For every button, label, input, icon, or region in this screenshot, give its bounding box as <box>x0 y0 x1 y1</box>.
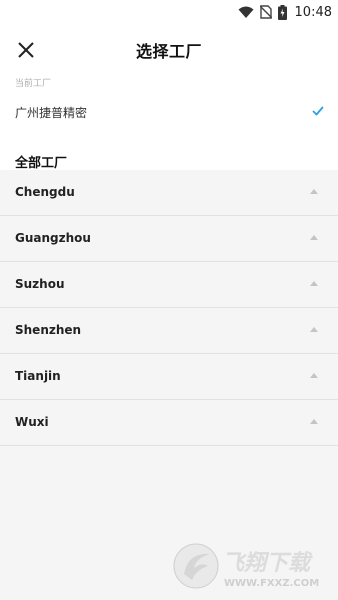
arrow-up-icon <box>310 189 318 194</box>
page-title: 选择工厂 <box>135 42 202 61</box>
no-sim-icon <box>259 5 272 19</box>
status-icons: 10:48 <box>238 3 332 21</box>
city-row-suzhou[interactable]: Suzhou <box>0 262 338 308</box>
arrow-up-icon <box>310 373 318 378</box>
all-factories-label: 全部工厂 <box>15 156 68 171</box>
all-factories-header: 全部工厂 <box>0 140 338 171</box>
current-factory-label: 当前工厂 <box>15 79 52 89</box>
arrow-up-icon <box>310 327 318 332</box>
city-name: Wuxi <box>15 415 49 429</box>
city-name: Chengdu <box>15 185 75 199</box>
city-name: Tianjin <box>15 369 61 383</box>
current-factory-row[interactable]: 广州捷普精密 <box>0 98 338 128</box>
city-row-shenzhen[interactable]: Shenzhen <box>0 308 338 354</box>
city-name: Guangzhou <box>15 231 91 245</box>
battery-charging-icon <box>277 4 287 20</box>
city-name: Suzhou <box>15 277 65 291</box>
watermark-url: WWW.FXXZ.COM <box>224 578 319 589</box>
current-factory-section: 当前工厂 广州捷普精密 <box>0 76 338 140</box>
city-list: Chengdu Guangzhou Suzhou Shenzhen Tianji… <box>0 170 338 446</box>
city-name: Shenzhen <box>15 323 82 337</box>
arrow-up-icon <box>310 419 318 424</box>
city-row-chengdu[interactable]: Chengdu <box>0 170 338 216</box>
watermark-logo: 飞翔下载 WWW.FXXZ.COM <box>173 543 319 589</box>
check-icon <box>312 106 324 116</box>
wifi-icon <box>238 6 254 18</box>
status-time: 10:48 <box>294 4 332 20</box>
arrow-up-icon <box>310 281 318 286</box>
arrow-up-icon <box>310 235 318 240</box>
city-row-tianjin[interactable]: Tianjin <box>0 354 338 400</box>
header: 选择工厂 <box>0 24 338 76</box>
current-factory-name: 广州捷普精密 <box>15 106 88 120</box>
watermark-brand: 飞翔下载 <box>222 551 313 576</box>
status-bar: 10:48 <box>0 0 338 24</box>
city-row-guangzhou[interactable]: Guangzhou <box>0 216 338 262</box>
city-row-wuxi[interactable]: Wuxi <box>0 400 338 446</box>
